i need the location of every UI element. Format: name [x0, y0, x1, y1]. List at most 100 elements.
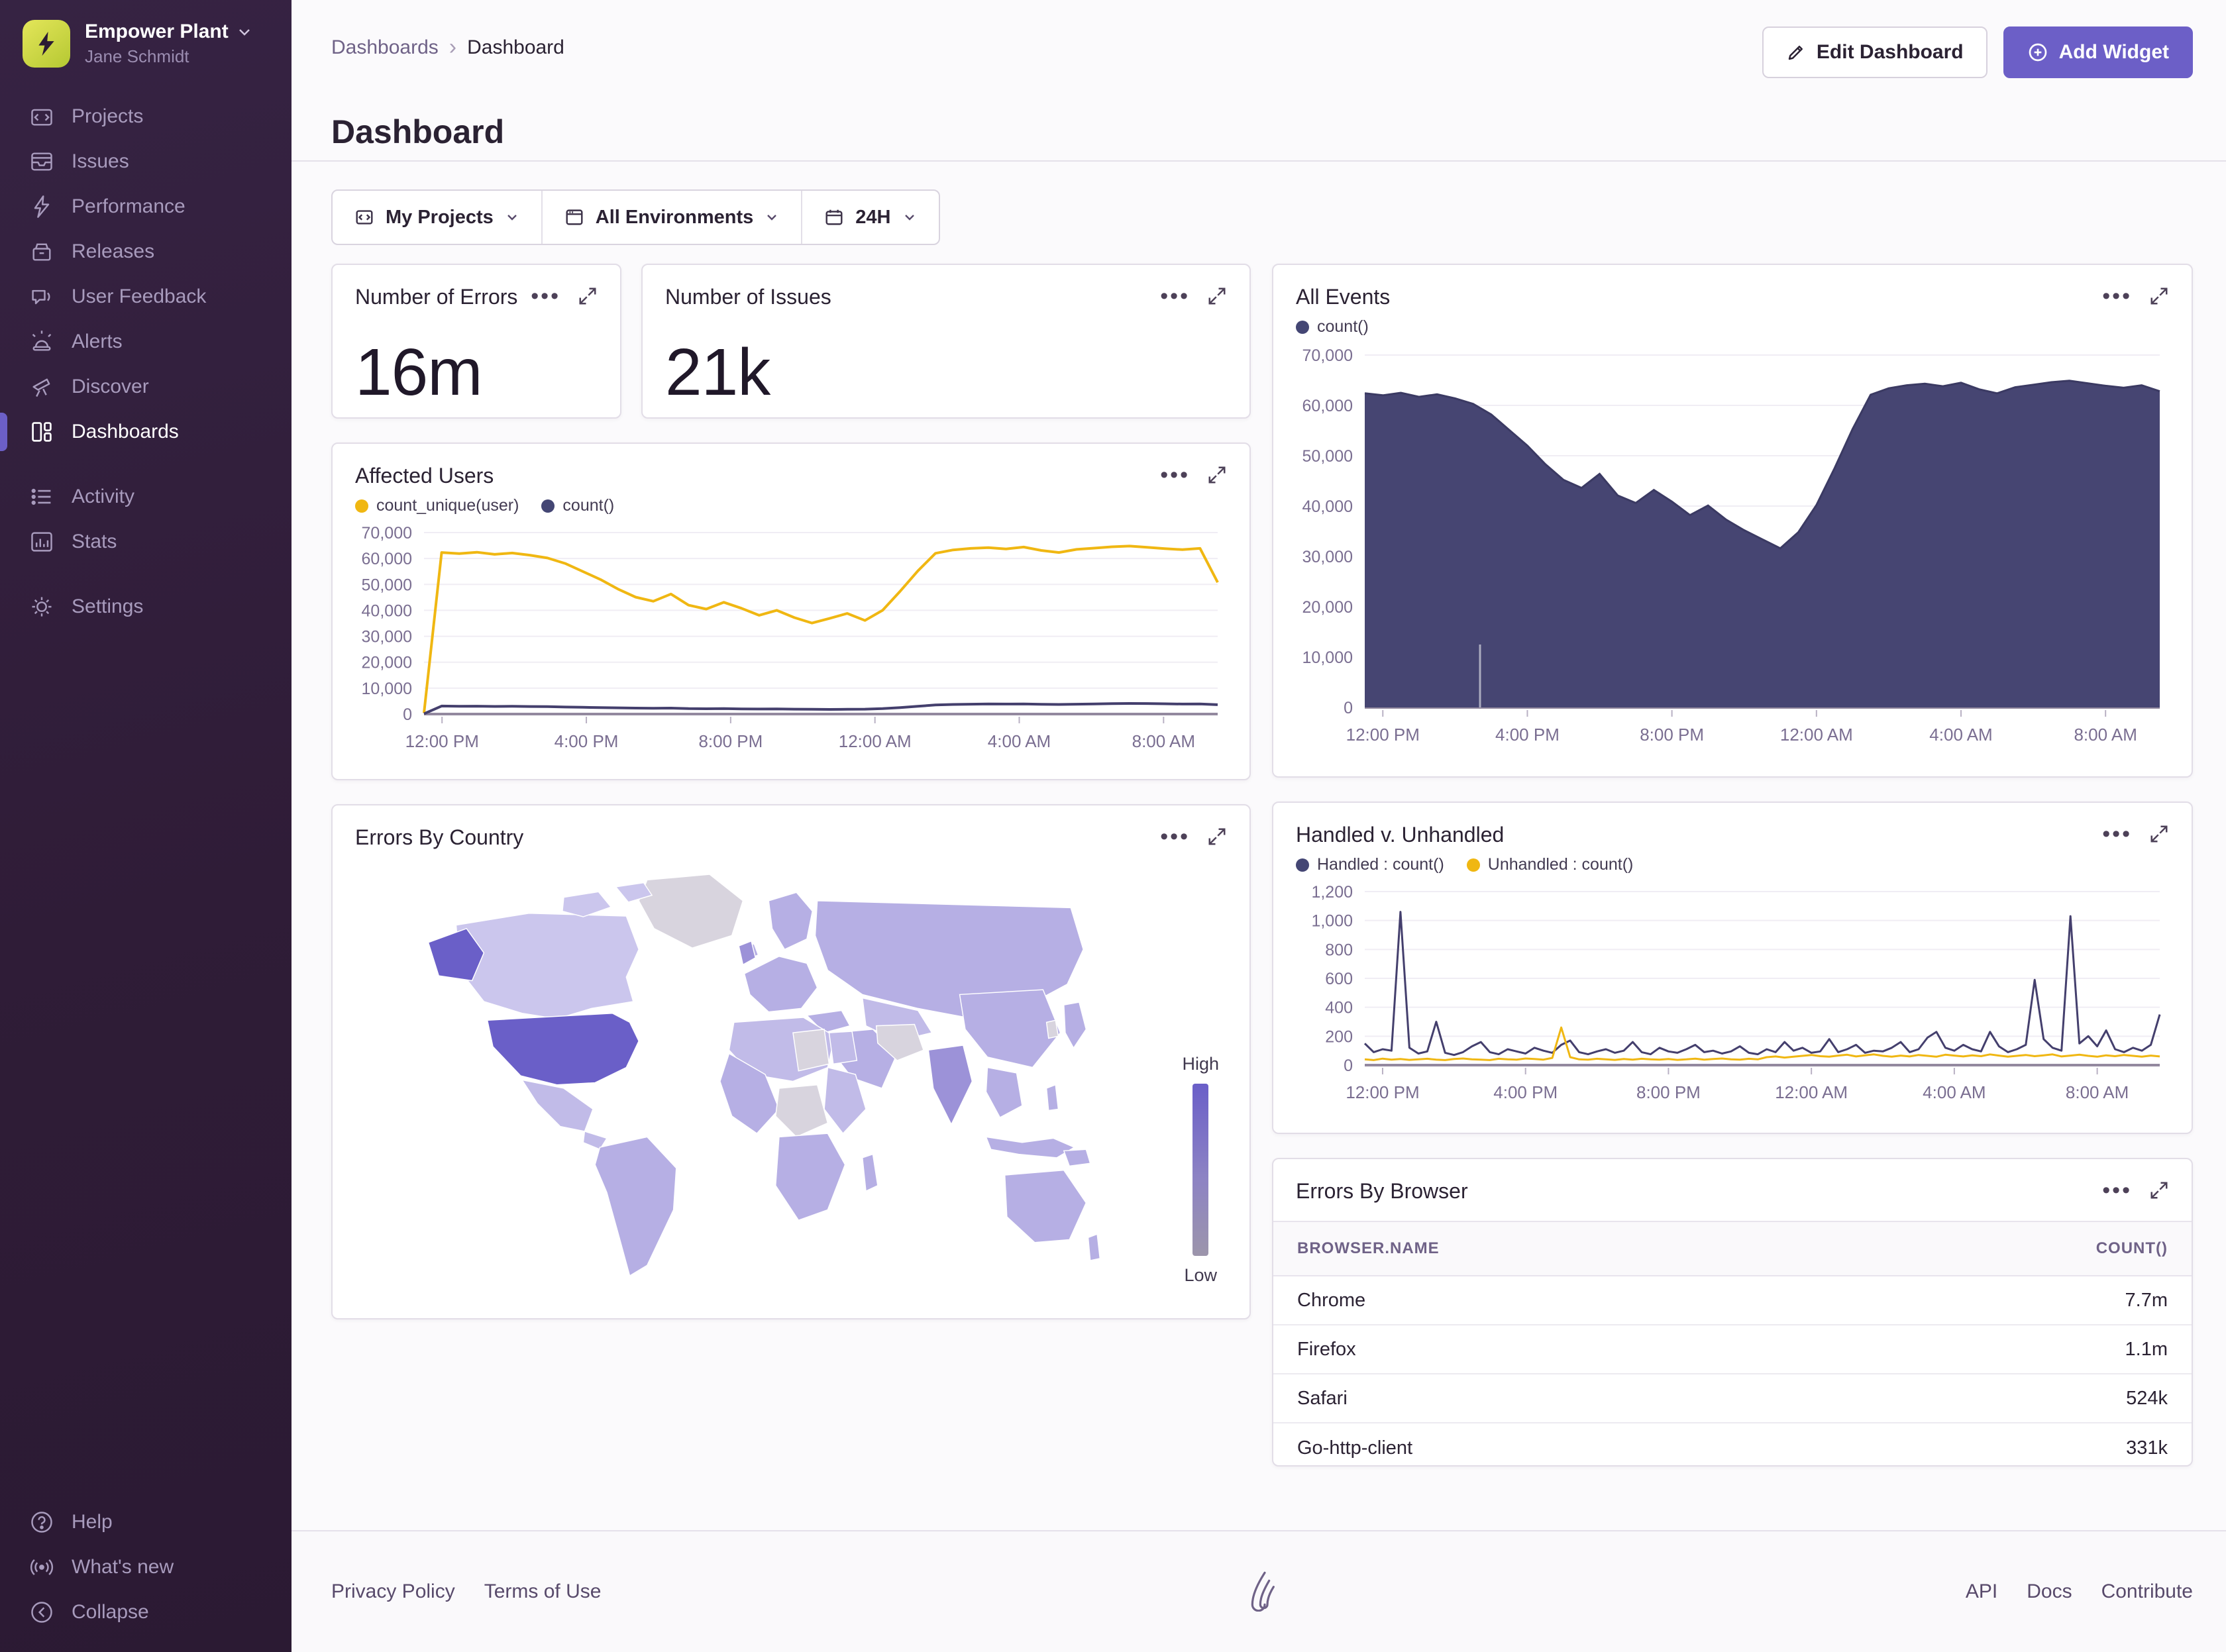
svg-text:8:00 AM: 8:00 AM — [1132, 731, 1195, 751]
expand-icon[interactable] — [1207, 827, 1227, 847]
sidebar-item-dashboards[interactable]: Dashboards — [0, 409, 292, 454]
sidebar-item-activity[interactable]: Activity — [0, 474, 292, 519]
country-egypt — [829, 1031, 857, 1064]
widget-menu-icon[interactable]: ••• — [2102, 1179, 2132, 1202]
expand-icon[interactable] — [578, 286, 598, 306]
sidebar: Empower Plant Jane Schmidt Projects Issu… — [0, 0, 292, 1652]
svg-text:8:00 PM: 8:00 PM — [1636, 1082, 1701, 1102]
country-canada — [456, 913, 639, 1019]
app-root: Empower Plant Jane Schmidt Projects Issu… — [0, 0, 2226, 1652]
sidebar-nav-primary: Projects Issues Performance Releases Use… — [0, 94, 292, 454]
projects-icon — [354, 207, 375, 228]
country-philippines — [1047, 1085, 1059, 1111]
legend-gradient-bar — [1192, 1084, 1208, 1256]
widget-menu-icon[interactable]: ••• — [531, 285, 560, 307]
all-events-chart[interactable]: 010,00020,00030,00040,00050,00060,00070,… — [1296, 346, 2169, 750]
widget-menu-icon[interactable]: ••• — [1160, 825, 1190, 848]
legend-dot — [355, 499, 368, 513]
world-map — [351, 859, 1179, 1290]
svg-text:1,200: 1,200 — [1311, 883, 1353, 902]
sidebar-item-whats-new[interactable]: What's new — [0, 1545, 292, 1590]
expand-icon[interactable] — [1207, 286, 1227, 306]
widget-title: Errors By Browser — [1296, 1179, 1468, 1204]
svg-text:12:00 AM: 12:00 AM — [1780, 725, 1853, 745]
handled-vs-unhandled-chart[interactable]: 02004006008001,0001,20012:00 PM4:00 PM8:… — [1296, 882, 2169, 1108]
sidebar-item-performance[interactable]: Performance — [0, 184, 292, 229]
map-color-legend: High Low — [1182, 1054, 1219, 1286]
api-link[interactable]: API — [1966, 1580, 1997, 1603]
country-australia — [1005, 1170, 1086, 1243]
widget-number-of-issues: Number of Issues ••• 21k — [641, 264, 1251, 419]
expand-icon[interactable] — [2149, 286, 2169, 306]
sidebar-item-projects[interactable]: Projects — [0, 94, 292, 139]
sidebar-item-collapse[interactable]: Collapse — [0, 1590, 292, 1635]
expand-icon[interactable] — [2149, 824, 2169, 844]
widget-menu-icon[interactable]: ••• — [1160, 285, 1190, 307]
country-scandinavia — [768, 892, 812, 949]
sidebar-nav-footer: Help What's new Collapse — [0, 1500, 292, 1635]
widget-title: Errors By Country — [355, 825, 523, 850]
time-range-filter[interactable]: 24H — [801, 191, 938, 244]
world-map-container: High Low — [333, 855, 1249, 1300]
widget-menu-icon[interactable]: ••• — [2102, 823, 2132, 845]
page-title: Dashboard — [331, 113, 2193, 151]
calendar-icon — [823, 207, 845, 228]
table-row: Go-http-client 331k — [1273, 1423, 2192, 1472]
sidebar-item-user-feedback[interactable]: User Feedback — [0, 274, 292, 319]
chart-legend: count_unique(user) count() — [355, 496, 1227, 515]
sidebar-item-discover[interactable]: Discover — [0, 364, 292, 409]
svg-text:10,000: 10,000 — [362, 680, 412, 698]
sidebar-item-help[interactable]: Help — [0, 1500, 292, 1545]
svg-text:0: 0 — [1344, 699, 1353, 717]
environment-filter[interactable]: All Environments — [541, 191, 802, 244]
affected-users-chart[interactable]: 010,00020,00030,00040,00050,00060,00070,… — [355, 523, 1227, 756]
projects-icon — [29, 104, 54, 129]
org-switcher[interactable]: Empower Plant Jane Schmidt — [0, 20, 292, 68]
privacy-policy-link[interactable]: Privacy Policy — [331, 1580, 455, 1603]
widget-menu-icon[interactable]: ••• — [2102, 285, 2132, 307]
sidebar-item-stats[interactable]: Stats — [0, 519, 292, 564]
chevron-down-icon — [237, 24, 252, 40]
widget-number-of-errors: Number of Errors ••• 16m — [331, 264, 621, 419]
country-central-africa — [776, 1085, 828, 1137]
breadcrumb-current: Dashboard — [467, 36, 564, 59]
edit-dashboard-button[interactable]: Edit Dashboard — [1762, 26, 1988, 78]
legend-dot — [541, 499, 555, 513]
chart-legend: Handled : count() Unhandled : count() — [1296, 855, 2169, 874]
widget-handled-vs-unhandled: Handled v. Unhandled ••• Handled : count… — [1272, 801, 2193, 1134]
country-libya — [793, 1029, 829, 1071]
docs-link[interactable]: Docs — [2027, 1580, 2072, 1603]
svg-text:60,000: 60,000 — [362, 550, 412, 568]
add-widget-button[interactable]: Add Widget — [2003, 26, 2193, 78]
widget-title: Handled v. Unhandled — [1296, 823, 1504, 847]
widget-menu-icon[interactable]: ••• — [1160, 464, 1190, 486]
widget-all-events: All Events ••• count() 010,00020,00030,0… — [1272, 264, 2193, 778]
sidebar-item-settings[interactable]: Settings — [0, 584, 292, 629]
org-user: Jane Schmidt — [85, 46, 252, 67]
lightning-icon — [32, 29, 61, 58]
expand-icon[interactable] — [2149, 1180, 2169, 1200]
contribute-link[interactable]: Contribute — [2101, 1580, 2193, 1603]
sidebar-item-releases[interactable]: Releases — [0, 229, 292, 274]
big-number-value: 21k — [665, 335, 1227, 411]
svg-text:12:00 AM: 12:00 AM — [1775, 1082, 1848, 1102]
widget-title: Number of Errors — [355, 285, 517, 309]
filter-bar: My Projects All Environments 24H — [331, 189, 940, 245]
terms-of-use-link[interactable]: Terms of Use — [484, 1580, 602, 1603]
country-indonesia — [986, 1137, 1074, 1157]
country-indochina — [986, 1068, 1022, 1117]
project-filter[interactable]: My Projects — [333, 191, 541, 244]
sidebar-item-alerts[interactable]: Alerts — [0, 319, 292, 364]
country-mexico — [522, 1080, 593, 1131]
svg-text:600: 600 — [1325, 970, 1353, 988]
legend-dot — [1296, 858, 1309, 872]
sentry-logo — [1244, 1569, 1281, 1615]
breadcrumb-dashboards[interactable]: Dashboards — [331, 36, 439, 59]
svg-text:4:00 PM: 4:00 PM — [1495, 725, 1560, 745]
country-madagascar — [863, 1155, 878, 1192]
widget-errors-by-browser: Errors By Browser ••• BROWSER.NAME COUNT… — [1272, 1158, 2193, 1467]
sidebar-item-issues[interactable]: Issues — [0, 139, 292, 184]
expand-icon[interactable] — [1207, 465, 1227, 485]
svg-text:800: 800 — [1325, 941, 1353, 959]
help-icon — [29, 1510, 54, 1535]
